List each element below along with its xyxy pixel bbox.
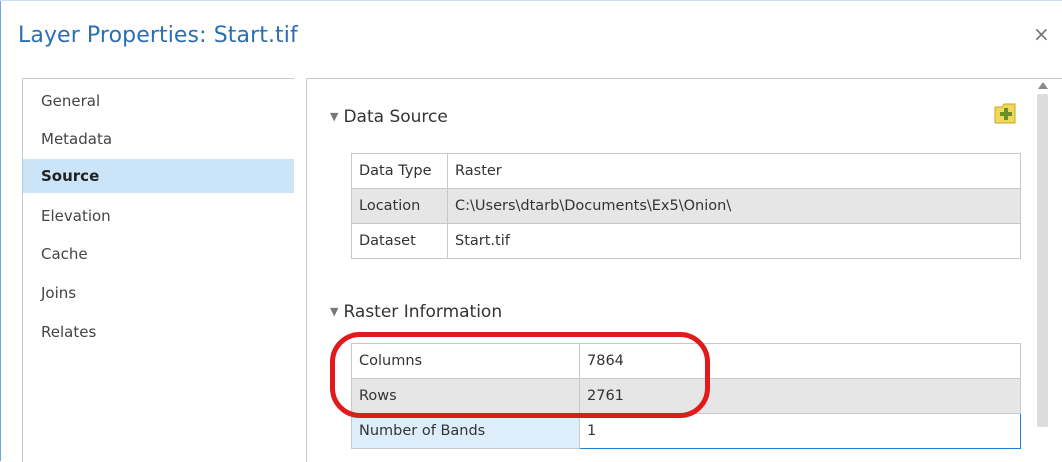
- window-border: [0, 0, 1, 461]
- sidebar-item-relates[interactable]: Relates: [23, 315, 294, 349]
- table-row: Number of Bands 1: [351, 413, 1021, 449]
- table-row: Rows 2761: [351, 378, 1021, 414]
- table-row: Data Type Raster: [351, 153, 1021, 189]
- location-value: C:\Users\dtarb\Documents\Ex5\Onion\: [447, 188, 1021, 224]
- vertical-scrollbar[interactable]: [1036, 82, 1050, 461]
- location-label: Location: [351, 188, 448, 224]
- data-type-value: Raster: [447, 153, 1021, 189]
- rows-value: 2761: [579, 378, 1021, 414]
- sidebar-item-joins[interactable]: Joins: [23, 276, 294, 310]
- sidebar-item-elevation[interactable]: Elevation: [23, 199, 294, 233]
- window-border-top: [0, 0, 1062, 1]
- columns-label: Columns: [351, 343, 580, 379]
- dialog-title: Layer Properties: Start.tif: [18, 23, 298, 48]
- chevron-down-icon: ▼: [330, 110, 339, 123]
- close-icon[interactable]: ×: [1033, 24, 1050, 44]
- rows-label: Rows: [351, 378, 580, 414]
- raster-info-header[interactable]: ▼ Raster Information: [330, 302, 502, 322]
- bands-value[interactable]: 1: [579, 413, 1021, 449]
- data-source-heading: Data Source: [343, 107, 448, 127]
- sidebar-nav: General Metadata Source Elevation Cache …: [22, 78, 294, 462]
- scroll-thumb[interactable]: [1037, 94, 1048, 427]
- raster-info-table: Columns 7864 Rows 2761 Number of Bands 1: [351, 343, 1021, 449]
- data-source-header[interactable]: ▼ Data Source: [330, 107, 448, 127]
- data-source-table: Data Type Raster Location C:\Users\dtarb…: [351, 153, 1021, 259]
- dataset-label: Dataset: [351, 223, 448, 259]
- chevron-down-icon: ▼: [330, 305, 339, 318]
- sidebar-item-source[interactable]: Source: [23, 159, 294, 193]
- columns-value: 7864: [579, 343, 1021, 379]
- scroll-up-icon[interactable]: [1038, 82, 1048, 89]
- raster-info-heading: Raster Information: [343, 302, 503, 322]
- data-type-label: Data Type: [351, 153, 448, 189]
- sidebar-item-cache[interactable]: Cache: [23, 237, 294, 271]
- table-row: Location C:\Users\dtarb\Documents\Ex5\On…: [351, 188, 1021, 224]
- dataset-value: Start.tif: [447, 223, 1021, 259]
- sidebar-item-metadata[interactable]: Metadata: [23, 122, 294, 156]
- sidebar-item-general[interactable]: General: [23, 84, 294, 118]
- table-row: Columns 7864: [351, 343, 1021, 379]
- table-row: Dataset Start.tif: [351, 223, 1021, 259]
- bands-label: Number of Bands: [351, 413, 580, 449]
- add-data-icon[interactable]: [993, 99, 1019, 125]
